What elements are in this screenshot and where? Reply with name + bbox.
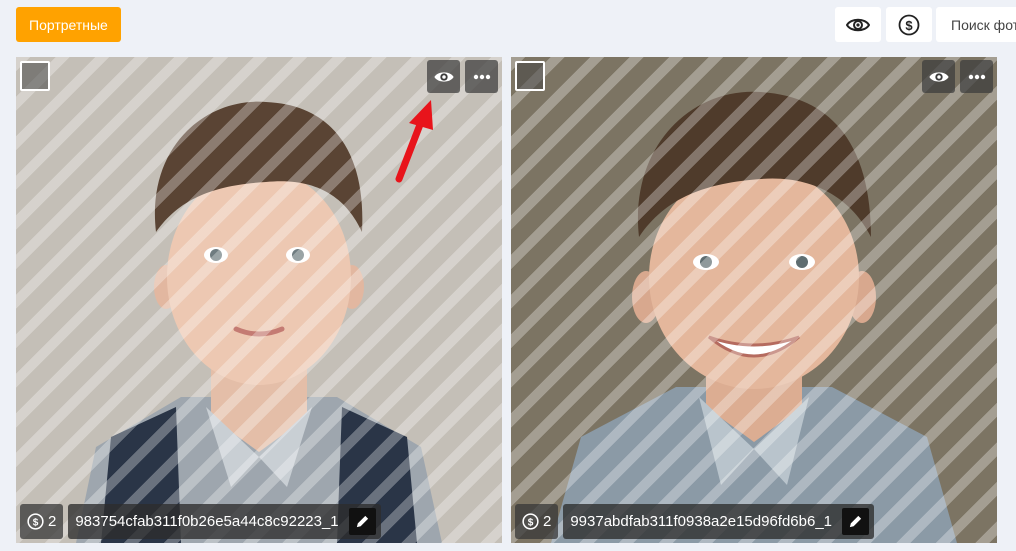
pencil-icon bbox=[849, 515, 862, 528]
photo-filename: 9937abdfab311f0938a2e15d96fd6b6_1 bbox=[570, 513, 833, 530]
eye-icon bbox=[846, 18, 870, 31]
filename-chip: 9937abdfab311f0938a2e15d96fd6b6_1 bbox=[563, 504, 875, 539]
photo-card[interactable]: $ 2 983754cfab311f0b26e5a44c8c92223_1 bbox=[16, 57, 502, 543]
svg-text:$: $ bbox=[33, 517, 39, 528]
photo-caption: $ 2 983754cfab311f0b26e5a44c8c92223_1 bbox=[20, 504, 381, 539]
pencil-icon bbox=[356, 515, 368, 528]
dollar-coin-icon: $ bbox=[522, 513, 539, 530]
select-checkbox[interactable] bbox=[20, 61, 50, 91]
preview-eye-button[interactable] bbox=[922, 60, 955, 93]
select-checkbox[interactable] bbox=[515, 61, 545, 91]
svg-text:$: $ bbox=[905, 18, 913, 33]
more-options-button[interactable] bbox=[960, 60, 993, 93]
price-badge: $ 2 bbox=[515, 504, 559, 539]
red-arrow-annotation bbox=[395, 100, 433, 183]
eye-icon bbox=[433, 71, 454, 82]
price-badge: $ 2 bbox=[20, 504, 64, 539]
preview-eye-button[interactable] bbox=[427, 60, 460, 93]
more-options-button[interactable] bbox=[465, 60, 498, 93]
svg-text:$: $ bbox=[528, 517, 534, 528]
price-value: 2 bbox=[48, 513, 57, 530]
toggle-preview-button[interactable] bbox=[835, 7, 881, 42]
more-dots-icon bbox=[473, 74, 490, 79]
photo-filename: 983754cfab311f0b26e5a44c8c92223_1 bbox=[75, 513, 339, 530]
price-value: 2 bbox=[543, 513, 552, 530]
edit-filename-button[interactable] bbox=[348, 508, 376, 535]
price-filter-button[interactable]: $ bbox=[886, 7, 932, 42]
more-dots-icon bbox=[968, 74, 985, 79]
photo-card[interactable]: $ 2 9937abdfab311f0938a2e15d96fd6b6_1 bbox=[511, 57, 997, 543]
category-button-portraits[interactable]: Портретные bbox=[16, 7, 121, 42]
eye-icon bbox=[928, 71, 949, 82]
filename-chip: 983754cfab311f0b26e5a44c8c92223_1 bbox=[68, 504, 381, 539]
photo-caption: $ 2 9937abdfab311f0938a2e15d96fd6b6_1 bbox=[515, 504, 875, 539]
edit-filename-button[interactable] bbox=[842, 508, 870, 535]
portrait-image bbox=[511, 57, 997, 543]
dollar-coin-icon: $ bbox=[27, 513, 44, 530]
search-input[interactable]: Поиск фото bbox=[936, 7, 1016, 42]
dollar-coin-icon: $ bbox=[898, 14, 920, 35]
